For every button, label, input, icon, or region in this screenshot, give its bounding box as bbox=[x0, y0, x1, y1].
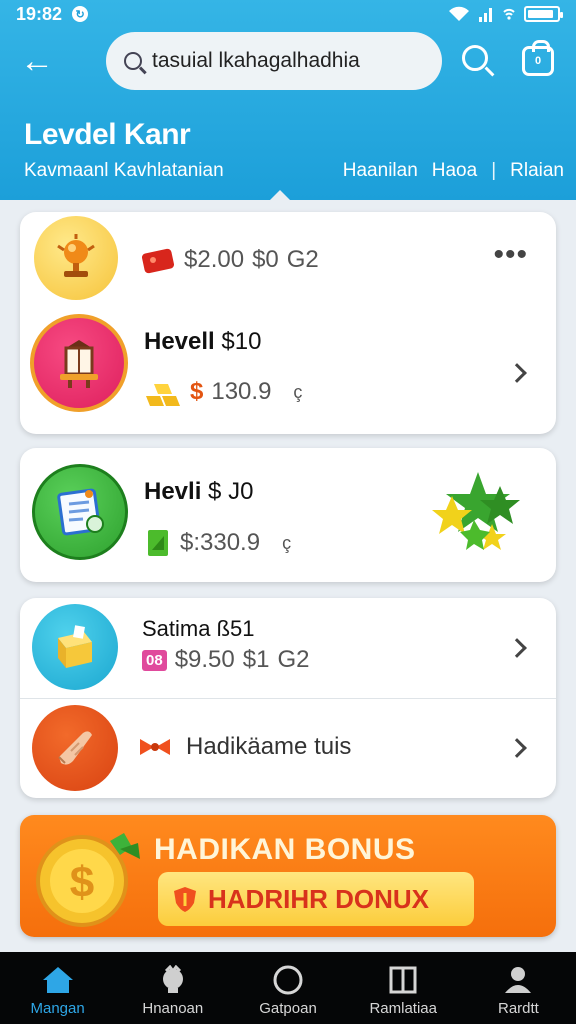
badge-icon bbox=[158, 964, 188, 996]
box-icon bbox=[32, 604, 118, 690]
status-icons bbox=[448, 6, 563, 22]
reward-row-lantern[interactable]: Hevell $10 $ 130.9 ç bbox=[20, 310, 556, 430]
tab-separator: | bbox=[491, 160, 497, 181]
data-icon bbox=[503, 8, 515, 20]
trophy-icon bbox=[34, 216, 118, 300]
chevron-right-icon bbox=[507, 363, 527, 383]
gold-bars-icon bbox=[146, 384, 180, 406]
shield-icon bbox=[174, 887, 196, 912]
nav-item-home[interactable]: Mangan bbox=[0, 952, 115, 1024]
reward-amount: $2.00 bbox=[184, 246, 245, 273]
reward-title: Hevell $10 bbox=[144, 328, 261, 356]
chevron-right-icon bbox=[507, 638, 527, 658]
reward-row-box[interactable]: Satima ß51 08 $9.50 $1 G2 bbox=[20, 598, 556, 698]
chevron-right-icon bbox=[507, 738, 527, 758]
reward-card-1: $2.00 $0 G2 ••• Hevell $10 $ 130.9 ç bbox=[20, 212, 556, 434]
signal-icon bbox=[479, 8, 492, 22]
reward-meta: $ 130.9 ç bbox=[144, 376, 302, 408]
bonus-claim-button[interactable]: HADRIHR DONUX bbox=[158, 872, 474, 926]
currency-symbol: $ bbox=[190, 378, 204, 405]
bow-icon bbox=[140, 739, 170, 755]
coin-piggy-icon: $ bbox=[36, 833, 140, 927]
reward-meta: 08 $9.50 $1 G2 bbox=[142, 646, 309, 674]
nav-label: Ramlatiaa bbox=[369, 1000, 437, 1017]
nav-label: Hnanoan bbox=[142, 1000, 204, 1017]
reward-action-label: Hadikäame tuis bbox=[186, 733, 352, 760]
status-bar: 19:82 ↻ bbox=[0, 0, 576, 28]
reward-code: G2 bbox=[286, 246, 319, 273]
page-title: Levdel Kanr bbox=[24, 118, 191, 151]
header: 19:82 ↻ ← 0 Levdel Kanr Kavmaanl Kavhlat… bbox=[0, 0, 576, 200]
code-badge: 08 bbox=[142, 649, 167, 671]
bonus-banner[interactable]: $ HADIKAN BONUS HADRIHR DONUX bbox=[20, 815, 556, 937]
reward-action: Hadikäame tuis bbox=[138, 733, 351, 761]
tab-3[interactable]: Rlaian bbox=[510, 160, 564, 182]
reward-card-2[interactable]: Hevli $ J0 $:330.9 ç bbox=[20, 448, 556, 582]
sync-icon: ↻ bbox=[72, 6, 89, 22]
back-button[interactable]: ← bbox=[20, 44, 54, 78]
hand-icon bbox=[32, 705, 118, 791]
reward-title-suffix: ß51 bbox=[216, 616, 255, 641]
svg-text:$: $ bbox=[70, 858, 94, 907]
reward-row-trophy[interactable]: $2.00 $0 G2 ••• bbox=[20, 212, 556, 304]
search-button[interactable] bbox=[462, 45, 488, 71]
circle-icon bbox=[272, 964, 304, 996]
home-icon bbox=[41, 964, 75, 996]
reward-amount: $:330.9 bbox=[180, 529, 261, 556]
reward-title: Hevli $ J0 bbox=[144, 478, 253, 506]
bag-count: 0 bbox=[534, 55, 542, 67]
reward-amount: $9.50 bbox=[174, 646, 235, 673]
tab-2[interactable]: Haoa bbox=[432, 160, 477, 182]
bottom-navigation: Mangan Hnanoan Gatpoan Ramlatiaa Rardtt bbox=[0, 952, 576, 1024]
bonus-button-label: HADRIHR DONUX bbox=[208, 883, 429, 914]
shopping-bag-button[interactable]: 0 bbox=[522, 40, 554, 76]
search-input[interactable] bbox=[152, 49, 422, 73]
ticket-icon bbox=[141, 248, 175, 274]
subnav-tabs: Haanilan Haoa | Rlaian bbox=[343, 160, 564, 182]
green-chip-icon bbox=[148, 530, 168, 556]
user-icon bbox=[502, 964, 534, 996]
nav-label: Gatpoan bbox=[259, 1000, 317, 1017]
nav-item-book[interactable]: Ramlatiaa bbox=[346, 952, 461, 1024]
reward-card-3: Satima ß51 08 $9.50 $1 G2 Hadikäame tuis bbox=[20, 598, 556, 798]
reward-amount: 130.9 bbox=[211, 378, 272, 405]
nav-item-circle[interactable]: Gatpoan bbox=[230, 952, 345, 1024]
tab-1[interactable]: Haanilan bbox=[343, 160, 418, 182]
document-icon bbox=[32, 464, 128, 560]
subnav-left-link[interactable]: Kavmaanl Kavhlatanian bbox=[24, 160, 224, 182]
reward-title-text: Hevell bbox=[144, 328, 215, 355]
reward-title-amount: $10 bbox=[221, 328, 262, 355]
lantern-icon bbox=[30, 314, 128, 412]
battery-level bbox=[528, 10, 554, 18]
search-icon bbox=[124, 52, 142, 70]
reward-mark: ç bbox=[293, 381, 303, 402]
reward-row-hand[interactable]: Hadikäame tuis bbox=[20, 699, 556, 798]
reward-meta: $2.00 $0 G2 bbox=[140, 246, 319, 274]
star-cluster-icon bbox=[432, 472, 520, 550]
nav-label: Mangan bbox=[30, 1000, 85, 1017]
reward-title-text: Hevli bbox=[144, 478, 202, 505]
reward-extra: $0 bbox=[252, 246, 279, 273]
nav-item-badge[interactable]: Hnanoan bbox=[115, 952, 230, 1024]
more-horizontal-icon[interactable]: ••• bbox=[493, 240, 528, 270]
search-bar[interactable] bbox=[106, 32, 442, 90]
battery-icon bbox=[524, 6, 563, 22]
nav-item-profile[interactable]: Rardtt bbox=[461, 952, 576, 1024]
book-icon bbox=[388, 964, 418, 996]
wifi-icon bbox=[449, 6, 469, 21]
reward-meta: $:330.9 ç bbox=[144, 526, 291, 560]
reward-title: Satima ß51 bbox=[142, 616, 255, 642]
status-time: 19:82 bbox=[16, 3, 63, 24]
reward-title-text: Satima bbox=[142, 616, 211, 641]
bonus-title: HADIKAN BONUS bbox=[154, 833, 416, 866]
nav-label: Rardtt bbox=[497, 1000, 539, 1017]
reward-extra: $1 bbox=[242, 646, 270, 673]
reward-mark: ç bbox=[282, 532, 292, 553]
reward-code: G2 bbox=[277, 646, 310, 673]
reward-title-suffix: $ J0 bbox=[208, 478, 254, 505]
active-tab-indicator bbox=[270, 190, 290, 200]
